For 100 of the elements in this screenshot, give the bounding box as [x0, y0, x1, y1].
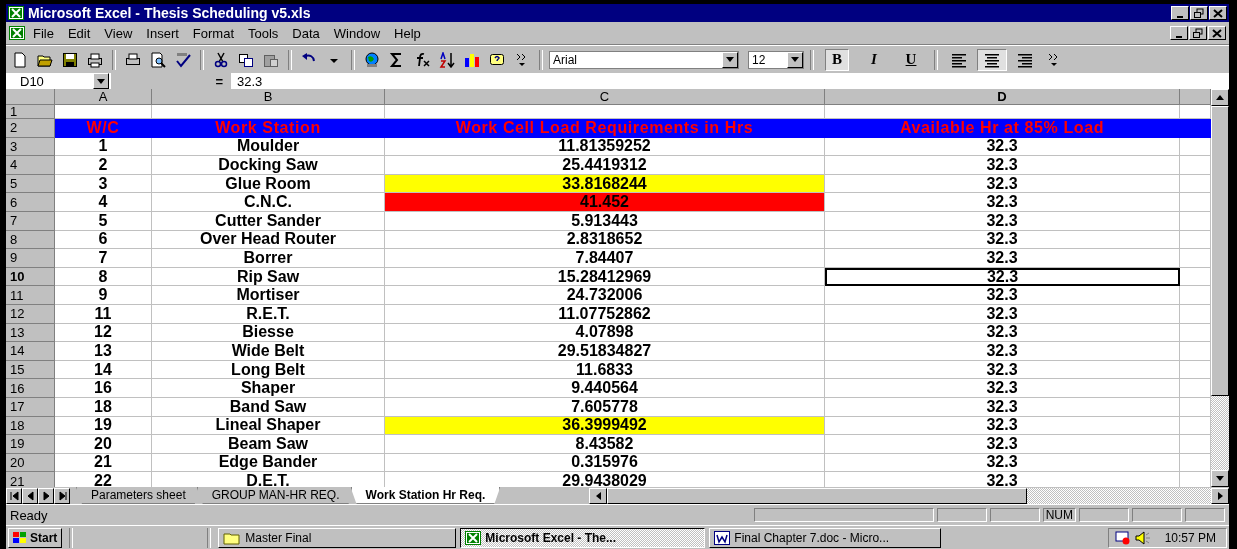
table-cell: 32.3: [825, 304, 1180, 324]
table-cell: 15.28412969: [385, 267, 825, 287]
format-button[interactable]: I: [862, 48, 886, 71]
column-header[interactable]: B: [152, 89, 385, 105]
header-cell: Work Station: [152, 119, 385, 138]
right-arrow-icon: [1217, 491, 1223, 500]
scroll-down-button[interactable]: [1211, 470, 1229, 487]
column-header[interactable]: C: [385, 89, 825, 105]
table-cell: 32.3: [825, 267, 1180, 287]
start-button[interactable]: Start: [8, 527, 63, 548]
status-pane: [1079, 508, 1129, 522]
table-cell: 4: [55, 193, 152, 212]
table-cell: 9.440564: [385, 379, 825, 398]
row-header[interactable]: 2: [6, 119, 55, 138]
header-cell: [1180, 119, 1211, 138]
status-text: Ready: [10, 507, 49, 523]
name-box[interactable]: D10: [6, 73, 111, 89]
row-header[interactable]: 11: [6, 286, 55, 305]
scroll-right-button[interactable]: [1211, 487, 1229, 504]
table-cell: 6: [55, 230, 152, 250]
status-pane: [1185, 508, 1225, 522]
row-header[interactable]: 6: [6, 193, 55, 212]
table-cell: 12: [55, 323, 152, 343]
header-cell: Available Hr at 85% Load: [825, 119, 1180, 138]
caret-icon: [791, 57, 799, 62]
caret-icon: [1216, 476, 1224, 481]
table-cell: 32.3: [825, 156, 1180, 175]
workbook-icon: [9, 26, 25, 40]
speaker-icon[interactable]: [1134, 530, 1151, 545]
next-sheet-button[interactable]: [38, 487, 54, 504]
font-select[interactable]: Arial: [549, 50, 739, 69]
close-button[interactable]: [1209, 6, 1227, 20]
table-cell: 25.4419312: [385, 156, 825, 175]
menu-item[interactable]: Window: [327, 24, 387, 42]
scheduler-tray-icon[interactable]: [1114, 530, 1131, 545]
menu-item[interactable]: View: [98, 24, 139, 42]
min-window-icon: [1177, 15, 1183, 18]
align-center-icon: [984, 51, 1000, 68]
table-cell: Mortiser: [152, 286, 385, 305]
scroll-up-button[interactable]: [1211, 89, 1229, 106]
align-center-button[interactable]: [977, 48, 1007, 71]
folder-icon: [223, 530, 242, 545]
scrollbar-thumb[interactable]: [1211, 106, 1229, 396]
minimize-button[interactable]: [1170, 26, 1188, 40]
scroll-left-button[interactable]: [589, 487, 607, 504]
table-cell: Edge Bander: [152, 453, 385, 473]
minimize-button[interactable]: [1171, 6, 1189, 20]
formula-field[interactable]: 32.3: [231, 73, 1229, 89]
row-header[interactable]: 16: [6, 379, 55, 398]
taskbar-button[interactable]: Master Final: [218, 527, 457, 548]
taskbar-button[interactable]: Microsoft Excel - The...: [460, 527, 706, 548]
format-button[interactable]: B: [825, 48, 849, 71]
row-header[interactable]: 4: [6, 156, 55, 175]
previous-sheet-button[interactable]: [22, 487, 38, 504]
menu-item[interactable]: File: [27, 24, 60, 42]
table-cell: Glue Room: [152, 174, 385, 194]
min-window-icon: [1176, 35, 1182, 38]
arrow-icon: [8, 490, 20, 501]
excel-icon: [8, 6, 24, 20]
status-pane: [989, 508, 1040, 522]
row-header[interactable]: 9: [6, 249, 55, 268]
table-cell: 7.605778: [385, 397, 825, 417]
last-sheet-button[interactable]: [54, 487, 70, 504]
scrollbar-thumb[interactable]: [607, 487, 1027, 504]
table-cell: Shaper: [152, 379, 385, 398]
table-cell: 8.43582: [385, 435, 825, 454]
table-cell: 19: [55, 416, 152, 436]
table-cell: 11: [55, 304, 152, 324]
font-size-select[interactable]: 12: [748, 50, 804, 69]
restore-button[interactable]: [1189, 26, 1207, 40]
row-header[interactable]: 1: [6, 105, 55, 119]
table-cell: 8: [55, 267, 152, 287]
menu-item[interactable]: Edit: [61, 24, 97, 42]
row-header[interactable]: 21: [6, 472, 55, 487]
table-cell: 2.8318652: [385, 230, 825, 250]
close-window-icon: [1210, 27, 1224, 39]
row-header[interactable]: 14: [6, 342, 55, 361]
menu-item[interactable]: Insert: [140, 24, 185, 42]
table-cell: Borrer: [152, 249, 385, 268]
menu-item[interactable]: Data: [286, 24, 326, 42]
table-cell: Wide Belt: [152, 342, 385, 361]
header-cell: Work Cell Load Requirements in Hrs: [385, 119, 825, 138]
column-header[interactable]: A: [55, 89, 152, 105]
max-window-icon: [1191, 27, 1205, 39]
table-cell: 24.732006: [385, 286, 825, 305]
sheet-tab[interactable]: Work Station Hr Req.: [350, 487, 501, 504]
align-left-icon: [951, 51, 967, 68]
menu-item[interactable]: Tools: [242, 24, 285, 42]
table-cell: 7.84407: [385, 249, 825, 268]
row-header[interactable]: 19: [6, 435, 55, 454]
taskbar-button[interactable]: Final Chapter 7.doc - Micro...: [709, 527, 942, 548]
table-cell: 5.913443: [385, 211, 825, 231]
format-button[interactable]: U: [899, 48, 923, 71]
close-button[interactable]: [1208, 26, 1226, 40]
first-sheet-button[interactable]: [6, 487, 22, 504]
menu-item[interactable]: Format: [186, 24, 240, 42]
table-cell: 1: [55, 137, 152, 157]
column-header[interactable]: D: [825, 89, 1180, 105]
restore-button[interactable]: [1190, 6, 1208, 20]
menu-item[interactable]: Help: [388, 24, 427, 42]
